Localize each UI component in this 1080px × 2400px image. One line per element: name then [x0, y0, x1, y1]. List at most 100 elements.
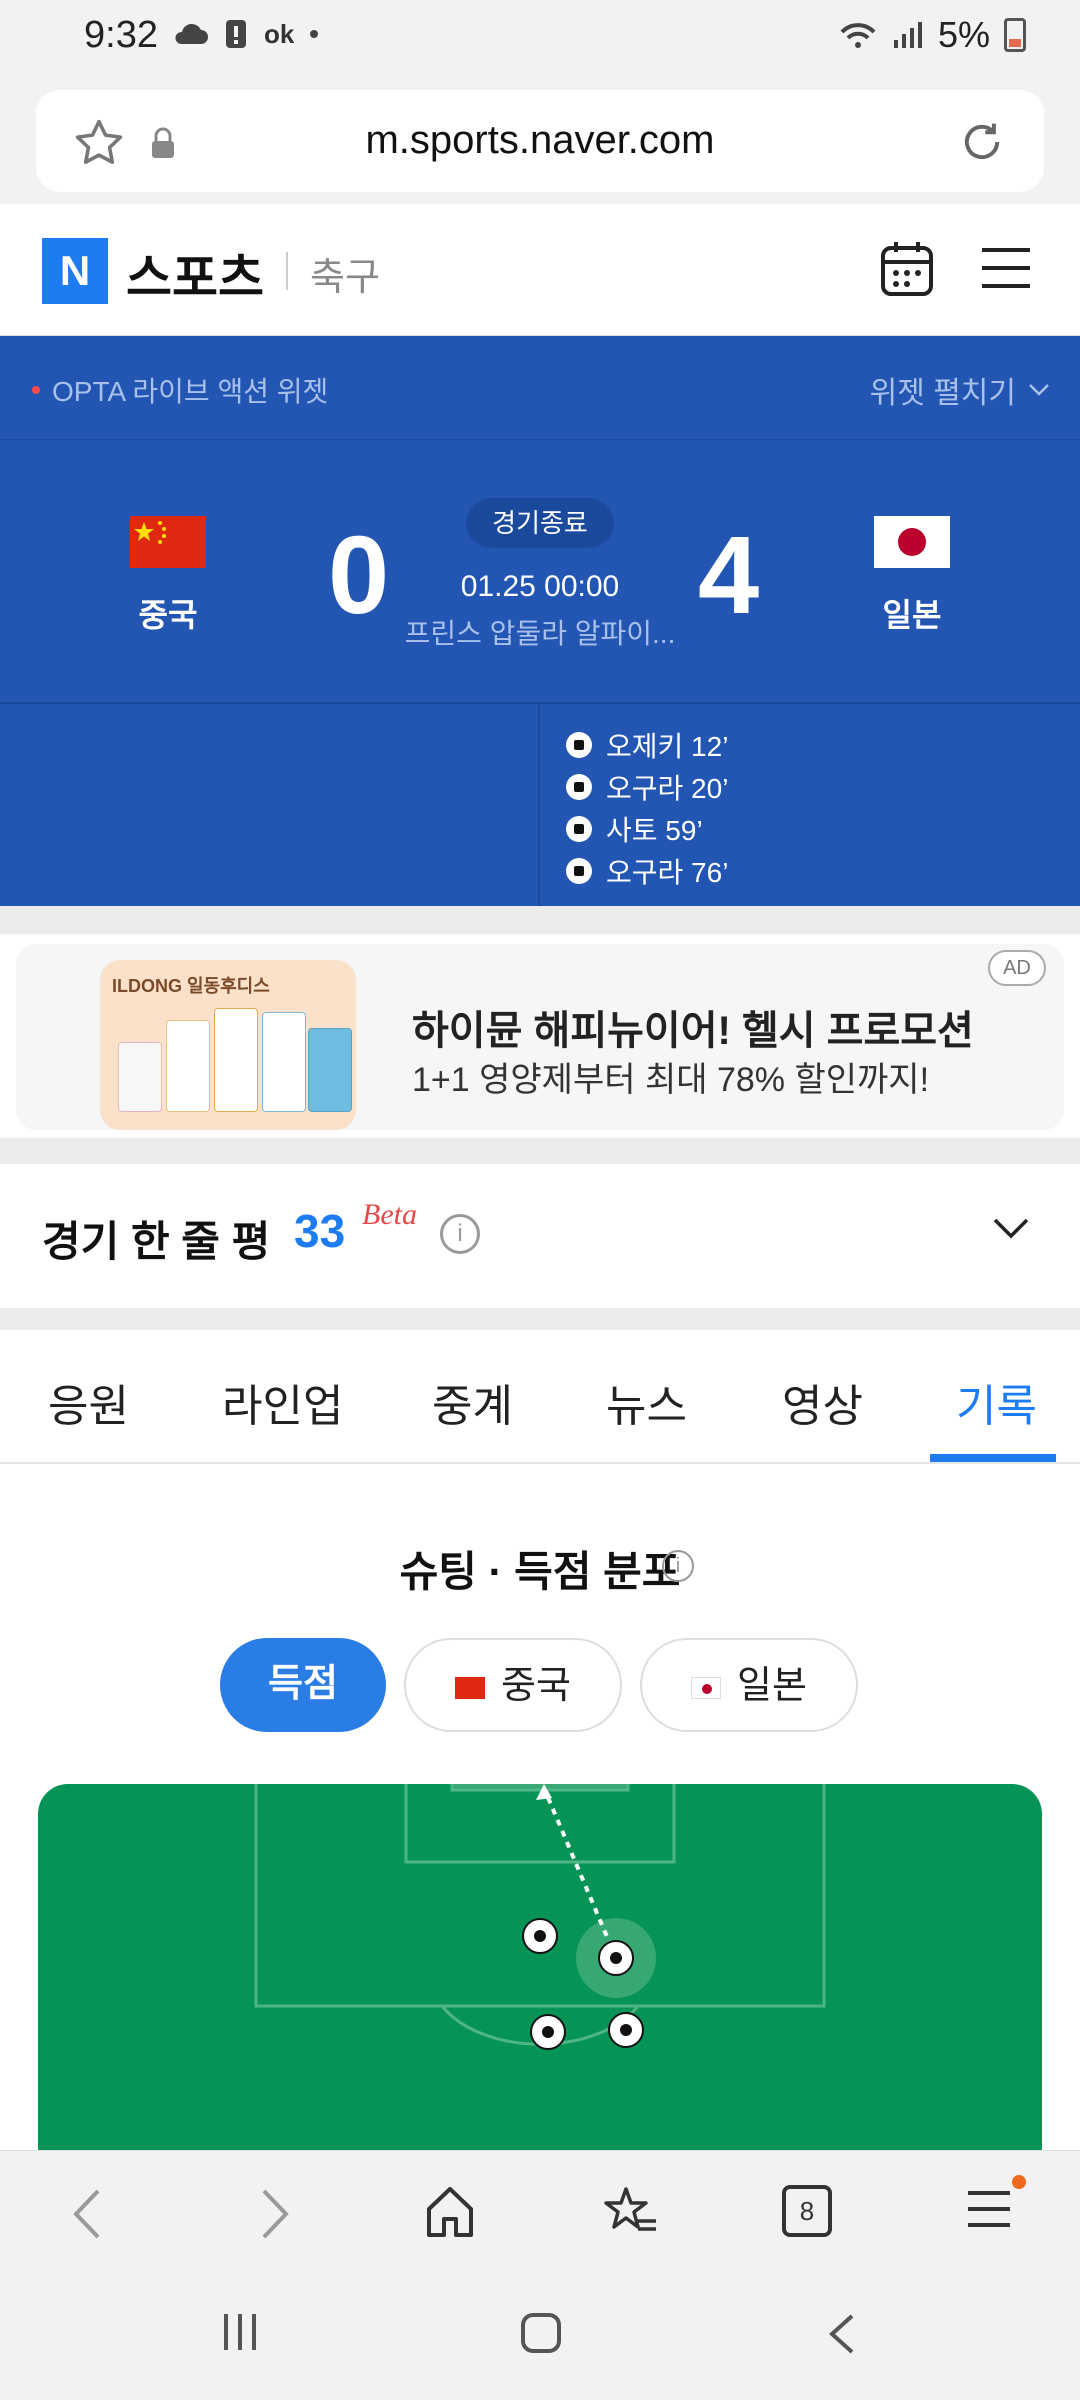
scorer-item: 사토 59’ [566, 808, 728, 850]
ok-icon: ok [264, 18, 295, 49]
forward-icon[interactable] [254, 2185, 294, 2243]
status-right: 5% [838, 14, 1026, 56]
tab-news[interactable]: 뉴스 [606, 1370, 687, 1434]
goal-ball-icon [608, 2012, 644, 2048]
reload-icon[interactable] [956, 116, 1008, 168]
browser-bottom-bar: 8 [0, 2150, 1080, 2274]
status-bar: 9:32 ok 5% [0, 0, 1080, 76]
opta-widget-bar: OPTA 라이브 액션 위젯 위젯 펼치기 [0, 336, 1080, 440]
tab-cheer[interactable]: 응원 [48, 1370, 129, 1434]
filter-china-button[interactable]: 중국 [404, 1638, 622, 1732]
home-button-icon[interactable] [520, 2312, 562, 2354]
status-time: 9:32 [84, 14, 158, 56]
beta-badge: Beta [362, 1198, 417, 1231]
japan-flag-icon [691, 1676, 722, 1699]
address-bar[interactable]: m.sports.naver.com [36, 90, 1044, 192]
tab-broadcast[interactable]: 중계 [432, 1370, 513, 1434]
shot-distribution-section: 슈팅 · 득점 분포 i 득점 중국 일본 [0, 1464, 1080, 2150]
filter-japan-label: 일본 [737, 1665, 807, 1707]
back-button-icon[interactable] [826, 2312, 858, 2356]
soccer-ball-icon [566, 816, 592, 842]
site-header: N 스포츠 축구 [0, 204, 1080, 336]
live-dot-icon [32, 386, 40, 394]
tab-records[interactable]: 기록 [956, 1370, 1037, 1434]
menu-icon[interactable] [980, 244, 1032, 292]
goal-ball-icon [522, 1918, 558, 1954]
browser-menu-icon[interactable] [966, 2185, 1012, 2233]
dot-icon [310, 30, 319, 38]
back-icon[interactable] [68, 2185, 108, 2243]
site-title[interactable]: 스포츠 [126, 238, 264, 310]
system-nav-bar [0, 2274, 1080, 2400]
status-left-icons: ok [172, 18, 319, 50]
away-score: 4 [698, 514, 760, 637]
ad-badge[interactable]: AD [988, 950, 1046, 986]
soccer-pitch [38, 1784, 1042, 2150]
active-tab-indicator [930, 1454, 1056, 1462]
wifi-icon [840, 23, 876, 48]
ad-product-image[interactable]: ILDONG 일동후디스 [100, 960, 356, 1130]
goal-ball-icon [530, 2014, 566, 2050]
scorer-label: 오구라 20’ [606, 773, 729, 804]
scorer-item: 오구라 20’ [566, 766, 728, 808]
section-title: 슈팅 · 득점 분포 [399, 1548, 681, 1595]
info-icon[interactable]: i [662, 1550, 694, 1582]
one-line-review-bar[interactable]: 경기 한 줄 평 33 Beta i [0, 1164, 1080, 1308]
filter-china-label: 중국 [501, 1665, 571, 1707]
tabs-count-icon[interactable]: 8 [782, 2185, 832, 2237]
product-box [214, 1008, 258, 1112]
product-box [308, 1028, 352, 1112]
section-label[interactable]: 축구 [310, 246, 380, 301]
notification-dot [1012, 2175, 1026, 2189]
recent-apps-icon[interactable] [220, 2312, 260, 2352]
ad-card[interactable]: ILDONG 일동후디스 하이뮨 해피뉴이어! 헬시 프로모션 1+1 영양제부… [16, 944, 1064, 1130]
chevron-down-icon[interactable] [992, 1216, 1030, 1240]
battery-percent: 5% [937, 14, 990, 55]
calendar-icon[interactable] [880, 240, 934, 298]
scorer-item: 오구라 76’ [566, 850, 728, 892]
soccer-ball-icon [566, 774, 592, 800]
soccer-ball-icon [566, 858, 592, 884]
china-flag-icon [455, 1676, 486, 1699]
filter-japan-button[interactable]: 일본 [640, 1638, 858, 1732]
review-count: 33 [294, 1205, 346, 1257]
ad-banner[interactable]: ILDONG 일동후디스 하이뮨 해피뉴이어! 헬시 프로모션 1+1 영양제부… [0, 934, 1080, 1138]
goal-scorers: 오제키 12’ 오구라 20’ 사토 59’ 오구라 76’ [0, 704, 1080, 906]
scorer-label: 사토 59’ [606, 815, 703, 846]
match-status-badge: 경기종료 [466, 498, 614, 548]
ad-subtitle[interactable]: 1+1 영양제부터 최대 78% 할인까지! [412, 1052, 929, 1101]
goal-ball-icon [598, 1940, 634, 1976]
tab-lineup[interactable]: 라인업 [222, 1370, 343, 1434]
home-icon[interactable] [424, 2185, 476, 2239]
header-divider [286, 252, 288, 290]
ad-brand-logo: ILDONG 일동후디스 [112, 976, 270, 996]
away-team-name: 일본 [882, 597, 942, 633]
widget-expand-label: 위젯 펼치기 [869, 377, 1016, 410]
opta-label: OPTA 라이브 액션 위젯 [52, 376, 329, 407]
cloud-icon [175, 23, 208, 44]
naver-logo[interactable]: N [42, 238, 108, 304]
tab-video[interactable]: 영상 [782, 1370, 863, 1434]
chevron-down-icon [1029, 384, 1049, 396]
scoreboard: 중국 0 경기종료 01.25 00:00 프린스 압둘라 알파이... 4 일… [0, 440, 1080, 704]
product-box [262, 1012, 306, 1112]
product-box [166, 1020, 210, 1112]
scorer-item: 오제키 12’ [566, 724, 728, 766]
info-icon[interactable]: i [440, 1214, 480, 1254]
filter-goals-button[interactable]: 득점 [220, 1638, 386, 1732]
url-text[interactable]: m.sports.naver.com [36, 118, 1044, 163]
away-team[interactable]: 일본 [832, 516, 992, 636]
scorer-label: 오제키 12’ [606, 731, 729, 762]
browser-toolbar: m.sports.naver.com [0, 76, 1080, 204]
bookmarks-icon[interactable] [604, 2185, 660, 2239]
signal-icon [893, 22, 922, 48]
pitch-diagram [254, 1784, 826, 2050]
match-tabs: 응원 라인업 중계 뉴스 영상 기록 [0, 1330, 1080, 1464]
product-box [118, 1042, 162, 1112]
japan-flag-icon [874, 516, 950, 568]
review-title: 경기 한 줄 평 [42, 1218, 271, 1265]
china-flag-icon [130, 516, 206, 568]
widget-expand-button[interactable]: 위젯 펼치기 [870, 368, 1050, 412]
scorers-divider [538, 704, 540, 906]
ad-title[interactable]: 하이뮨 해피뉴이어! 헬시 프로모션 [412, 998, 974, 1056]
